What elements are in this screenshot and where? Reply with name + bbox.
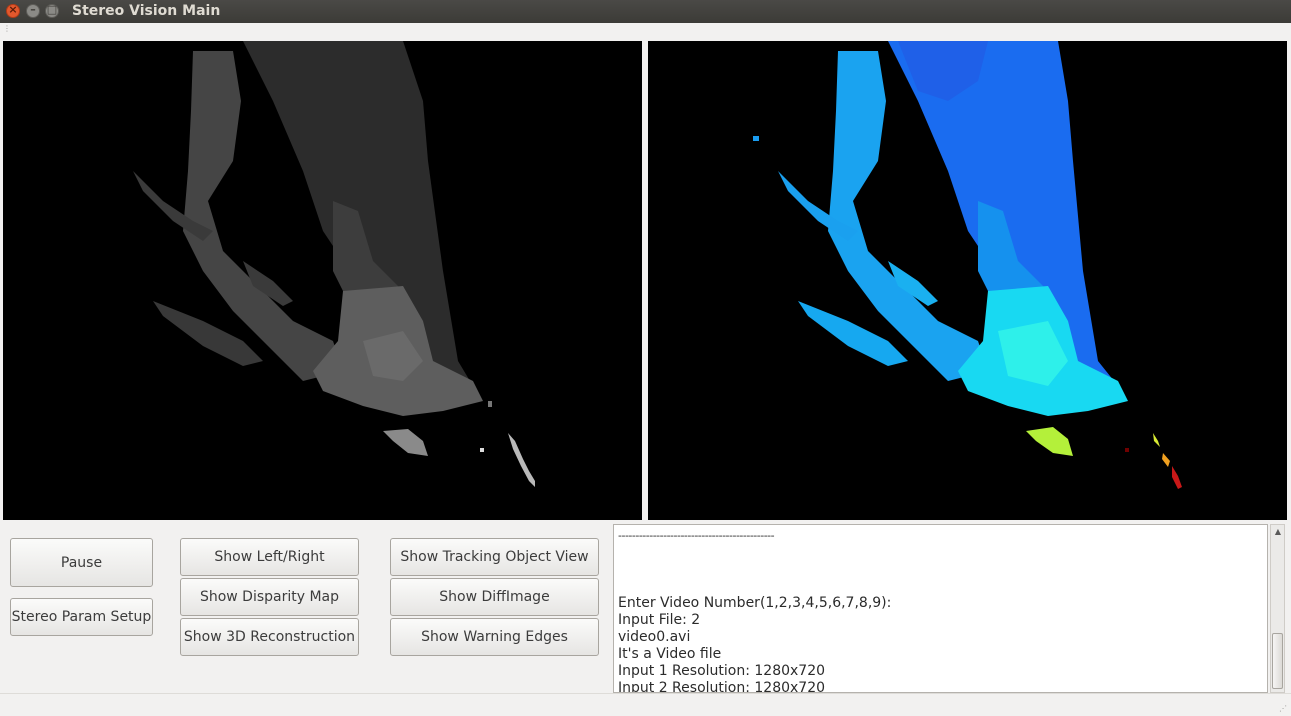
minimize-window-button[interactable]: – (26, 3, 40, 18)
toolbar-grip-icon[interactable]: ⋮ (3, 25, 11, 33)
toolbar-area: ⋮ (0, 23, 1291, 41)
show-diffimage-button[interactable]: Show DiffImage (390, 578, 599, 616)
pause-button[interactable]: Pause (10, 538, 153, 587)
close-icon: × (8, 3, 18, 16)
maximize-window-button[interactable]: □ (45, 3, 59, 18)
show-disparity-map-button[interactable]: Show Disparity Map (180, 578, 359, 616)
minimize-icon: – (30, 3, 36, 16)
title-bar: × – □ Stereo Vision Main (0, 0, 1291, 23)
scroll-up-icon[interactable]: ▲ (1273, 527, 1283, 537)
grayscale-disparity-image (3, 41, 642, 520)
console-line: Input 2 Resolution: 1280x720 (618, 680, 826, 693)
close-window-button[interactable]: × (6, 3, 20, 18)
console-output[interactable]: ----------------------------------------… (613, 524, 1268, 693)
window-title: Stereo Vision Main (72, 3, 221, 19)
left-image-view (3, 41, 642, 520)
show-3d-reconstruction-button[interactable]: Show 3D Reconstruction (180, 618, 359, 656)
stereo-param-setup-button[interactable]: Stereo Param Setup (10, 598, 153, 636)
console-line: Input 1 Resolution: 1280x720 (618, 663, 826, 679)
console-scrollbar[interactable]: ▲ (1270, 524, 1285, 693)
console-line: ----------------------------------------… (618, 529, 775, 542)
console-line: It's a Video file (618, 646, 722, 662)
scrollbar-thumb[interactable] (1272, 633, 1283, 689)
maximize-icon: □ (46, 3, 58, 16)
resize-grip-icon[interactable]: ⋰ (1279, 704, 1287, 713)
show-tracking-object-view-button[interactable]: Show Tracking Object View (390, 538, 599, 576)
console-line: Enter Video Number(1,2,3,4,5,6,7,8,9): (618, 595, 892, 611)
status-bar: ⋰ (0, 693, 1291, 716)
colormap-disparity-image (648, 41, 1287, 520)
show-warning-edges-button[interactable]: Show Warning Edges (390, 618, 599, 656)
console-lines: ----------------------------------------… (618, 527, 892, 693)
right-image-view (648, 41, 1287, 520)
show-left-right-button[interactable]: Show Left/Right (180, 538, 359, 576)
console-line: video0.avi (618, 629, 691, 645)
console-line: Input File: 2 (618, 612, 701, 628)
